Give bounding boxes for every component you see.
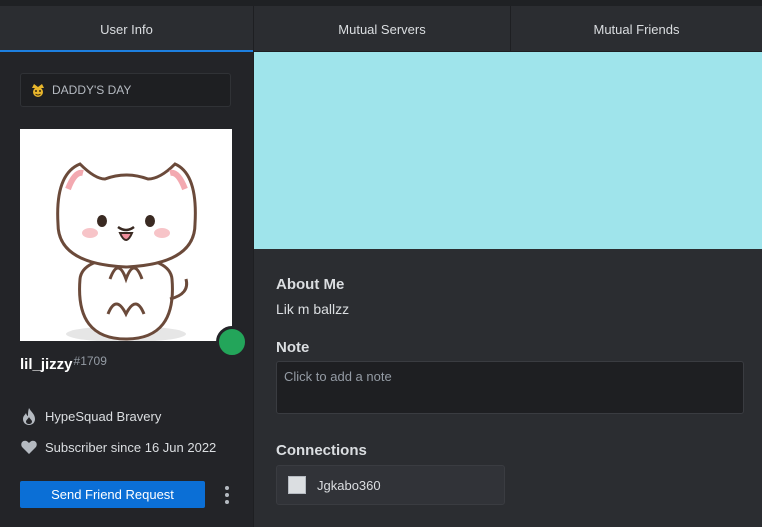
connection-account-icon [288, 476, 306, 494]
profile-details: About Me Lik m ballzz Note Connections J… [254, 249, 762, 527]
connection-name: Jgkabo360 [317, 477, 381, 493]
tab-user-info[interactable]: User Info [0, 6, 254, 53]
profile-tabs: User Info Mutual Servers Mutual Friends [0, 6, 762, 53]
online-status-indicator [216, 326, 248, 358]
about-me-heading: About Me [276, 276, 345, 293]
profile-sidebar: DADDY'S DAY lil_jizzy#1709 HypeSquad Bra… [0, 52, 254, 527]
custom-status: DADDY'S DAY [20, 73, 231, 107]
crowned-face-emoji-icon [30, 83, 46, 97]
badge-label: Subscriber since 16 Jun 2022 [45, 439, 217, 455]
custom-status-text: DADDY'S DAY [52, 83, 132, 97]
username-text: lil_jizzy [20, 356, 73, 373]
badge-label: HypeSquad Bravery [45, 408, 162, 424]
note-input[interactable] [276, 361, 744, 414]
note-heading: Note [276, 339, 310, 356]
heart-icon [20, 438, 38, 456]
badge-hypesquad: HypeSquad Bravery [20, 407, 161, 425]
hypesquad-bravery-icon [20, 407, 38, 425]
send-friend-request-button[interactable]: Send Friend Request [20, 481, 205, 508]
dot-icon [225, 493, 229, 497]
discriminator: #1709 [73, 354, 107, 368]
more-options-button[interactable] [219, 483, 235, 507]
connections-heading: Connections [276, 442, 367, 459]
dot-icon [225, 486, 229, 490]
about-me-text: Lik m ballzz [276, 301, 350, 317]
tab-mutual-friends[interactable]: Mutual Friends [511, 6, 762, 52]
dot-icon [225, 500, 229, 504]
connection-item[interactable]: Jgkabo360 [276, 465, 505, 505]
cat-avatar-image [56, 162, 197, 341]
profile-banner [254, 52, 762, 249]
tab-mutual-servers[interactable]: Mutual Servers [254, 6, 511, 52]
avatar[interactable] [20, 129, 232, 341]
badge-subscriber: Subscriber since 16 Jun 2022 [20, 438, 216, 456]
username[interactable]: lil_jizzy#1709 [20, 354, 107, 373]
